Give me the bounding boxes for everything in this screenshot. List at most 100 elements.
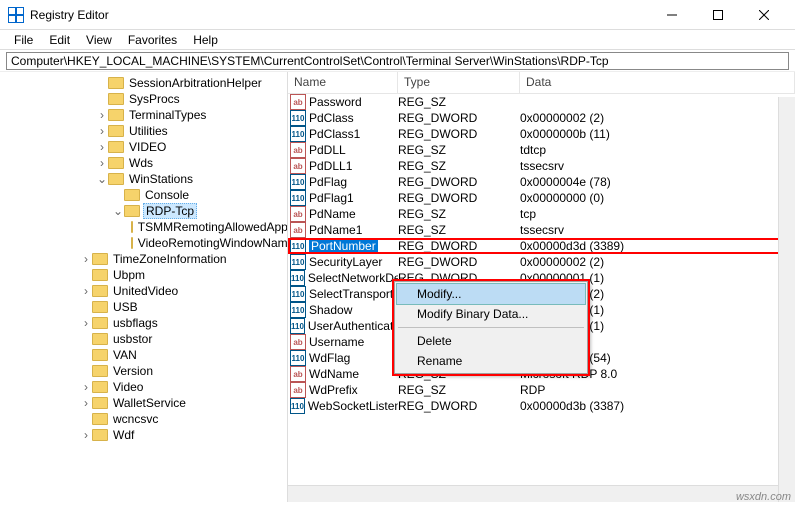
value-row[interactable]: abPdDLLREG_SZtdtcp [288,142,795,158]
dword-value-icon: 110 [290,302,306,318]
tree-item[interactable]: UnitedVideo [0,283,287,299]
value-row[interactable]: 110PdFlag1REG_DWORD0x00000000 (0) [288,190,795,206]
expand-arrow[interactable] [96,140,108,154]
expand-arrow[interactable] [80,284,92,298]
horizontal-scrollbar[interactable] [288,485,778,502]
value-type: REG_SZ [398,159,520,173]
menu-edit[interactable]: Edit [41,33,78,47]
tree-item[interactable]: Wds [0,155,287,171]
dword-value-icon: 110 [290,190,306,206]
col-data[interactable]: Data [520,72,795,93]
ctx-delete[interactable]: Delete [397,331,585,351]
tree-item[interactable]: VAN [0,347,287,363]
tree-item[interactable]: TimeZoneInformation [0,251,287,267]
col-name[interactable]: Name [288,72,398,93]
folder-icon [92,317,108,329]
expand-arrow[interactable] [80,252,92,266]
value-name: Username [309,335,364,349]
menu-file[interactable]: File [6,33,41,47]
value-data: tssecsrv [520,223,795,237]
expand-arrow[interactable] [96,172,108,186]
expand-arrow [96,94,108,105]
value-row[interactable]: 110WebSocketListenPortREG_DWORD0x00000d3… [288,398,795,414]
value-type: REG_DWORD [398,111,520,125]
tree-item[interactable]: WalletService [0,395,287,411]
expand-arrow[interactable] [80,396,92,410]
dword-value-icon: 110 [290,350,306,366]
value-row[interactable]: abPasswordREG_SZ [288,94,795,110]
value-row[interactable]: abWdPrefixREG_SZRDP [288,382,795,398]
tree-item[interactable]: SysProcs [0,91,287,107]
app-icon [8,7,24,23]
minimize-button[interactable] [649,0,695,30]
tree-label: SysProcs [127,92,182,106]
value-row[interactable]: 110PdClassREG_DWORD0x00000002 (2) [288,110,795,126]
value-row[interactable]: abPdDLL1REG_SZtssecsrv [288,158,795,174]
tree-item[interactable]: TSMMRemotingAllowedApps [0,219,287,235]
folder-icon [124,189,140,201]
value-type: REG_DWORD [398,191,520,205]
value-row[interactable]: abPdName1REG_SZtssecsrv [288,222,795,238]
value-type: REG_SZ [398,143,520,157]
tree-label: TSMMRemotingAllowedApps [136,220,288,234]
value-row[interactable]: abPdNameREG_SZtcp [288,206,795,222]
expand-arrow[interactable] [80,316,92,330]
tree-item[interactable]: Version [0,363,287,379]
menu-favorites[interactable]: Favorites [120,33,185,47]
tree-item[interactable]: WinStations [0,171,287,187]
string-value-icon: ab [290,94,306,110]
expand-arrow[interactable] [80,428,92,442]
tree-item[interactable]: Console [0,187,287,203]
tree-item[interactable]: Utilities [0,123,287,139]
string-value-icon: ab [290,142,306,158]
string-value-icon: ab [290,158,306,174]
value-data: RDP [520,383,795,397]
tree-item[interactable]: Ubpm [0,267,287,283]
value-name: PortNumber [309,239,378,253]
value-name: WdName [309,367,359,381]
close-button[interactable] [741,0,787,30]
expand-arrow[interactable] [96,124,108,138]
menu-help[interactable]: Help [185,33,226,47]
ctx-modify[interactable]: Modify... [397,284,585,304]
value-row[interactable]: 110PdClass1REG_DWORD0x0000000b (11) [288,126,795,142]
folder-icon [92,381,108,393]
maximize-button[interactable] [695,0,741,30]
address-bar [0,50,795,72]
tree-label: RDP-Tcp [143,203,197,219]
expand-arrow[interactable] [96,156,108,170]
tree-item[interactable]: wcncsvc [0,411,287,427]
key-tree[interactable]: SessionArbitrationHelper SysProcsTermina… [0,72,288,502]
tree-item[interactable]: Wdf [0,427,287,443]
value-data: 0x00000002 (2) [520,255,795,269]
tree-item[interactable]: RDP-Tcp [0,203,287,219]
tree-item[interactable]: VideoRemotingWindowNames [0,235,287,251]
value-type: REG_DWORD [398,399,520,413]
expand-arrow[interactable] [80,380,92,394]
tree-item[interactable]: TerminalTypes [0,107,287,123]
dword-value-icon: 110 [290,270,305,286]
expand-arrow[interactable] [96,108,108,122]
value-row[interactable]: 110PdFlagREG_DWORD0x0000004e (78) [288,174,795,190]
folder-icon [92,301,108,313]
ctx-rename[interactable]: Rename [397,351,585,371]
value-row[interactable]: 110SecurityLayerREG_DWORD0x00000002 (2) [288,254,795,270]
col-type[interactable]: Type [398,72,520,93]
ctx-modify-binary[interactable]: Modify Binary Data... [397,304,585,324]
tree-item[interactable]: usbflags [0,315,287,331]
window-title: Registry Editor [30,8,649,22]
value-data: 0x00000d3d (3389) [520,239,795,253]
value-row[interactable]: 110PortNumberREG_DWORD0x00000d3d (3389) [288,238,795,254]
value-name: UserAuthentication [308,319,398,333]
watermark: wsxdn.com [736,491,791,503]
tree-item[interactable]: SessionArbitrationHelper [0,75,287,91]
tree-item[interactable]: VIDEO [0,139,287,155]
tree-item[interactable]: USB [0,299,287,315]
menu-view[interactable]: View [78,33,120,47]
vertical-scrollbar[interactable] [778,97,795,502]
tree-item[interactable]: Video [0,379,287,395]
address-input[interactable] [6,52,789,70]
tree-item[interactable]: usbstor [0,331,287,347]
tree-label: Wds [127,156,155,170]
expand-arrow[interactable] [112,204,124,218]
